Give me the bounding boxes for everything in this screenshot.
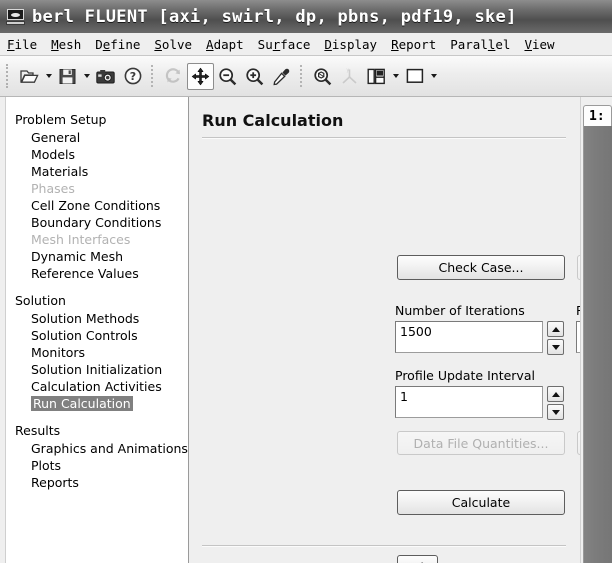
menu-parallel[interactable]: Parallel	[443, 35, 517, 54]
toolbar-separator-1	[151, 65, 155, 87]
camera-icon[interactable]	[92, 63, 119, 90]
sidebar-item-solution-initialization[interactable]: Solution Initialization	[7, 361, 188, 378]
reset-refresh-icon[interactable]	[160, 63, 187, 90]
help-divider	[202, 545, 566, 547]
menu-surface[interactable]: Surface	[251, 35, 318, 54]
calculate-button[interactable]: Calculate	[397, 490, 565, 515]
navigation-group-spacer	[7, 412, 188, 421]
toolbar: ?	[0, 56, 612, 97]
toolbar-separator-2	[300, 65, 304, 87]
graphics-tab-1[interactable]: 1:	[583, 105, 612, 127]
sidebar-item-models[interactable]: Models	[7, 146, 188, 163]
menu-view[interactable]: View	[517, 35, 561, 54]
sidebar-item-reference-values[interactable]: Reference Values	[7, 265, 188, 282]
menu-define[interactable]: Define	[88, 35, 147, 54]
save-file-dropdown-arrow[interactable]	[81, 63, 92, 90]
menubar: FileMeshDefineSolveAdaptSurfaceDisplayRe…	[0, 33, 612, 56]
profile-update-interval-label: Profile Update Interval	[395, 368, 535, 383]
number-of-iterations-increment[interactable]	[547, 321, 564, 337]
navigation-group-solution[interactable]: Solution	[7, 291, 188, 310]
sidebar-item-boundary-conditions[interactable]: Boundary Conditions	[7, 214, 188, 231]
pan-move-icon[interactable]	[187, 63, 214, 90]
menu-file[interactable]: File	[0, 35, 44, 54]
background-color-dropdown-arrow[interactable]	[428, 63, 439, 90]
graphics-tabbar: 1:	[580, 105, 612, 127]
sidebar-item-run-calculation[interactable]: Run Calculation	[7, 395, 188, 412]
navigation-scrollbar[interactable]	[0, 97, 6, 563]
task-pane-run-calculation: Run Calculation Check Case... Preview Me…	[190, 97, 580, 563]
profile-update-interval-input[interactable]: 1	[395, 386, 543, 418]
help-button[interactable]: Help	[397, 555, 438, 563]
sidebar-item-cell-zone-conditions[interactable]: Cell Zone Conditions	[7, 197, 188, 214]
sidebar-item-graphics-and-animations[interactable]: Graphics and Animations	[7, 440, 188, 457]
menu-report[interactable]: Report	[384, 35, 443, 54]
svg-text:y: y	[346, 67, 349, 73]
number-of-iterations-input[interactable]: 1500	[395, 321, 543, 353]
sidebar-item-reports[interactable]: Reports	[7, 474, 188, 491]
toolbar-grip-1[interactable]	[6, 64, 11, 88]
sidebar-item-mesh-interfaces: Mesh Interfaces	[7, 231, 188, 248]
navigation-group-results[interactable]: Results	[7, 421, 188, 440]
open-file-icon[interactable]	[16, 63, 43, 90]
number-of-iterations-stepper[interactable]	[547, 321, 564, 355]
background-color-icon[interactable]	[401, 63, 428, 90]
menu-adapt[interactable]: Adapt	[199, 35, 251, 54]
fit-to-window-icon[interactable]	[309, 63, 336, 90]
window-layout-dropdown-arrow[interactable]	[390, 63, 401, 90]
menu-solve[interactable]: Solve	[147, 35, 199, 54]
main-body: Problem SetupGeneralModelsMaterialsPhase…	[0, 97, 612, 563]
graphics-canvas[interactable]	[583, 126, 612, 563]
number-of-iterations-decrement[interactable]	[547, 339, 564, 355]
page-title: Run Calculation	[202, 111, 343, 130]
window-title: berl FLUENT [axi, swirl, dp, pbns, pdf19…	[32, 7, 517, 27]
title-divider	[202, 137, 566, 139]
sidebar-item-monitors[interactable]: Monitors	[7, 344, 188, 361]
data-file-quantities-button: Data File Quantities...	[397, 431, 565, 455]
zoom-in-icon[interactable]	[241, 63, 268, 90]
sidebar-item-solution-methods[interactable]: Solution Methods	[7, 310, 188, 327]
open-file-dropdown-arrow[interactable]	[43, 63, 54, 90]
navigation-group-problem-setup[interactable]: Problem Setup	[7, 110, 188, 129]
sidebar-item-solution-controls[interactable]: Solution Controls	[7, 327, 188, 344]
computer-window-icon	[6, 8, 25, 25]
sidebar-item-materials[interactable]: Materials	[7, 163, 188, 180]
zoom-out-icon[interactable]	[214, 63, 241, 90]
fluent-application-window: berl FLUENT [axi, swirl, dp, pbns, pdf19…	[0, 0, 612, 563]
window-layout-icon[interactable]	[363, 63, 390, 90]
profile-update-interval-decrement[interactable]	[547, 404, 564, 420]
navigation-group-spacer	[7, 282, 188, 291]
navigation-tree: Problem SetupGeneralModelsMaterialsPhase…	[7, 97, 188, 491]
number-of-iterations-label: Number of Iterations	[395, 303, 525, 318]
save-file-icon[interactable]	[54, 63, 81, 90]
profile-update-interval-increment[interactable]	[547, 386, 564, 402]
sidebar-item-dynamic-mesh[interactable]: Dynamic Mesh	[7, 248, 188, 265]
sidebar-item-phases: Phases	[7, 180, 188, 197]
probe-eyedropper-icon[interactable]	[268, 63, 295, 90]
menu-mesh[interactable]: Mesh	[44, 35, 88, 54]
help-icon[interactable]: ?	[119, 63, 146, 90]
sidebar-item-general[interactable]: General	[7, 129, 188, 146]
menu-display[interactable]: Display	[317, 35, 384, 54]
axis-triad-icon[interactable]: y	[336, 63, 363, 90]
sidebar-item-plots[interactable]: Plots	[7, 457, 188, 474]
sidebar-item-calculation-activities[interactable]: Calculation Activities	[7, 378, 188, 395]
navigation-pane: Problem SetupGeneralModelsMaterialsPhase…	[0, 97, 189, 563]
profile-update-interval-stepper[interactable]	[547, 386, 564, 420]
svg-text:?: ?	[129, 70, 135, 83]
window-titlebar: berl FLUENT [axi, swirl, dp, pbns, pdf19…	[0, 0, 612, 33]
graphics-window-strip: 1:	[580, 97, 612, 563]
check-case-button[interactable]: Check Case...	[397, 255, 565, 280]
